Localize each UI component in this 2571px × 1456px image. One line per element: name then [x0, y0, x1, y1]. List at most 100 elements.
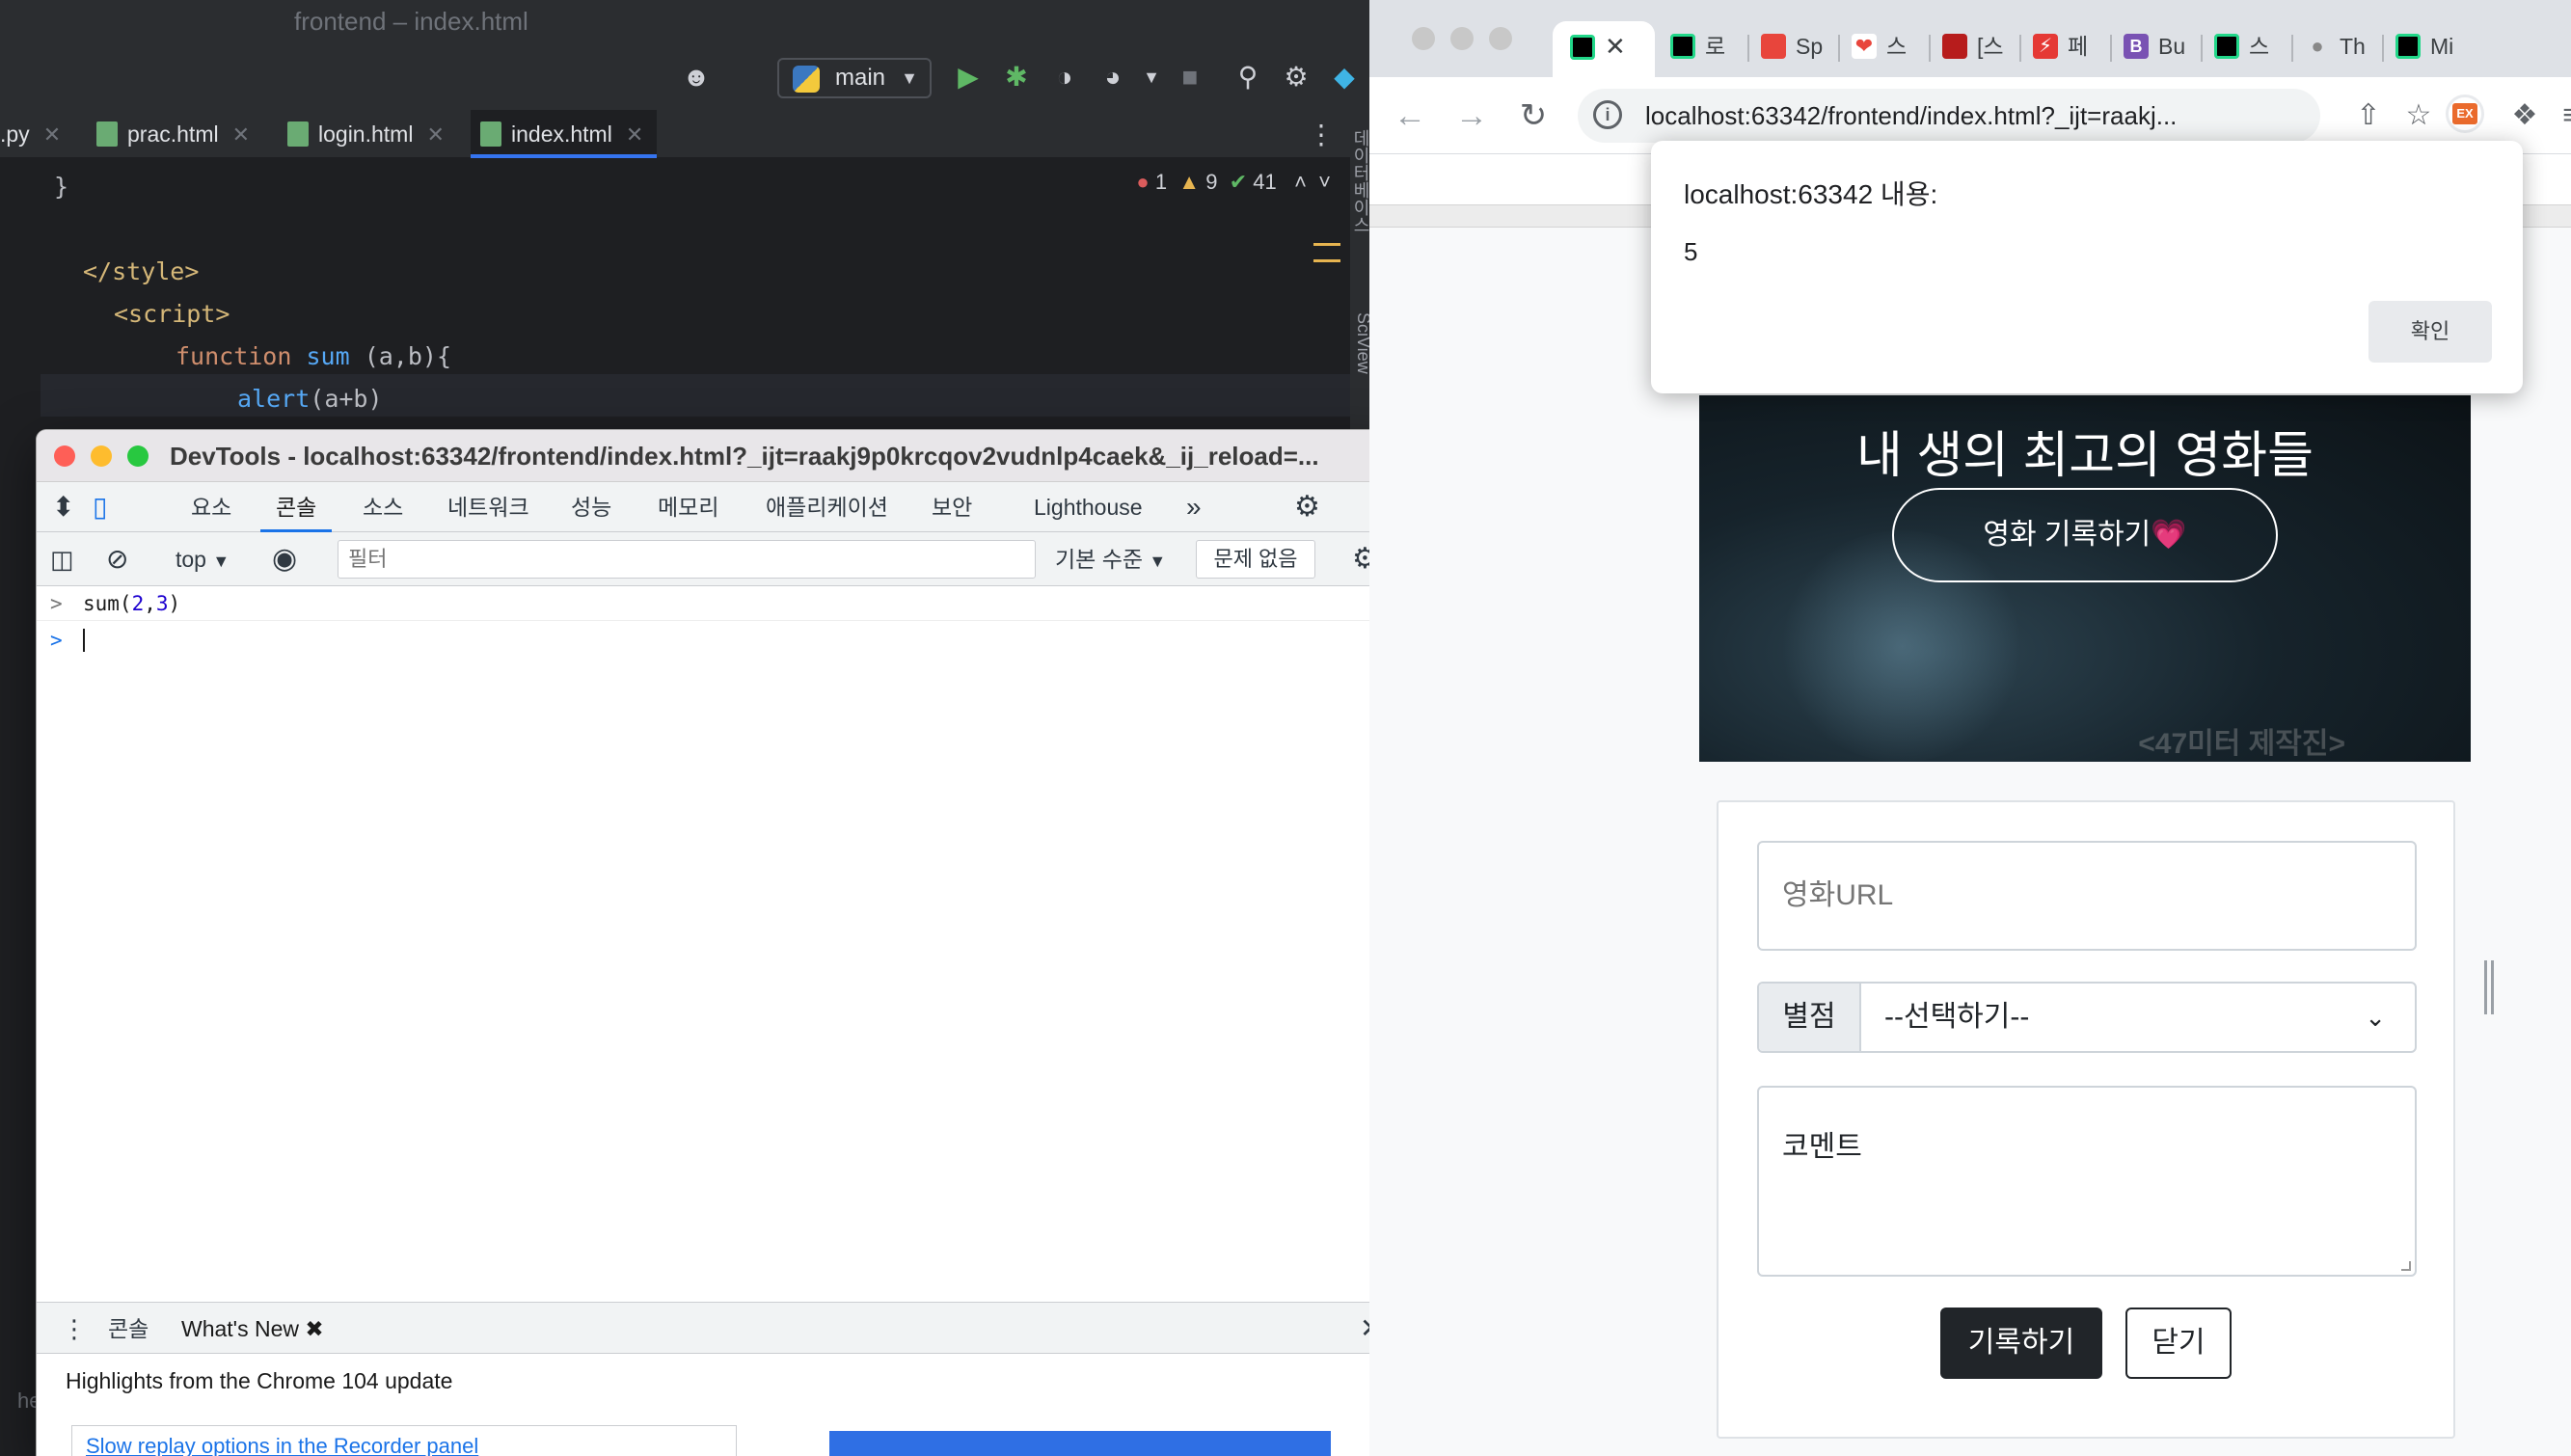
devtools-title-bar: DevTools - localhost:63342/frontend/inde…: [37, 430, 1400, 482]
browser-tab[interactable]: 로: [1670, 21, 1749, 77]
close-button[interactable]: 닫기: [2125, 1308, 2232, 1379]
coverage-icon[interactable]: ◑: [1047, 60, 1082, 94]
tab-console[interactable]: 콘솔: [260, 482, 333, 532]
close-icon[interactable]: ✖: [305, 1316, 323, 1341]
reload-icon[interactable]: ↻: [1512, 94, 1555, 137]
tab-elements[interactable]: 요소: [191, 482, 231, 532]
tab-network[interactable]: 네트워크: [447, 482, 529, 532]
tab-menu-icon[interactable]: ⋮: [1304, 118, 1339, 152]
chevron-down-icon: ▼: [901, 68, 918, 88]
browser-tab[interactable]: B Bu: [2124, 21, 2203, 77]
comment-placeholder: 코멘트: [1782, 1131, 1862, 1163]
extension-ex-icon[interactable]: EX: [2446, 94, 2484, 133]
tab-memory[interactable]: 메모리: [658, 482, 718, 532]
tab-application[interactable]: 애플리케이션: [766, 482, 888, 532]
inspect-element-icon[interactable]: ⬍: [52, 482, 74, 532]
maximize-window-icon[interactable]: [1489, 27, 1512, 50]
tab-py[interactable]: .py ✕: [0, 110, 61, 158]
star-select[interactable]: --선택하기--: [1861, 984, 2415, 1051]
drawer-menu-icon[interactable]: ⋮: [62, 1303, 87, 1355]
star-rating-group: 별점 --선택하기-- ⌄: [1757, 982, 2417, 1053]
debug-icon[interactable]: ✱: [999, 60, 1034, 94]
device-toolbar-icon[interactable]: ▯: [93, 482, 107, 532]
browser-tab[interactable]: Mi: [2395, 21, 2482, 77]
close-icon[interactable]: ✕: [1605, 32, 1626, 61]
run-icon[interactable]: ▶: [951, 60, 986, 94]
tab-label: 스: [2249, 34, 2270, 59]
drawer-tab-console[interactable]: 콘솔: [108, 1303, 149, 1355]
browser-tab[interactable]: [스: [1942, 21, 2021, 77]
inspection-widget[interactable]: ● 1 ▲ 9 ✔ 41 ˄ ˅: [1136, 170, 1331, 195]
devtools-title: DevTools - localhost:63342/frontend/inde…: [170, 442, 1319, 471]
tab-login[interactable]: login.html ✕: [287, 110, 445, 158]
save-button[interactable]: 기록하기: [1940, 1308, 2102, 1379]
issues-button[interactable]: 문제 없음: [1196, 540, 1315, 579]
clear-console-icon[interactable]: ⊘: [106, 532, 128, 586]
close-icon[interactable]: ✕: [626, 122, 643, 147]
tab-lighthouse[interactable]: Lighthouse: [1034, 482, 1143, 532]
browser-tab[interactable]: ⚡ 페: [2033, 21, 2112, 77]
close-window-icon[interactable]: [54, 445, 75, 467]
maximize-window-icon[interactable]: [127, 445, 149, 467]
address-bar[interactable]: i localhost:63342/frontend/index.html?_i…: [1578, 89, 2320, 143]
close-window-icon[interactable]: [1412, 27, 1435, 50]
resize-handle[interactable]: [2484, 960, 2494, 1014]
close-icon[interactable]: ✕: [43, 122, 61, 147]
news-link[interactable]: Slow replay options in the Recorder pane…: [71, 1425, 737, 1456]
jetbrains-icon[interactable]: ◆: [1327, 60, 1362, 94]
menu-icon[interactable]: ≡: [2552, 96, 2571, 135]
stop-icon[interactable]: ■: [1173, 60, 1207, 94]
resize-grip-icon[interactable]: [2401, 1261, 2411, 1271]
console-prompt-line[interactable]: >: [37, 623, 1400, 658]
code-line: </style>: [83, 257, 200, 285]
back-arrow-icon[interactable]: ←: [1389, 94, 1431, 137]
editor-tabs: .py ✕ prac.html ✕ login.html ✕ index.html ✕ …: [0, 110, 1369, 158]
close-icon[interactable]: ✕: [426, 122, 444, 147]
tab-prac[interactable]: prac.html ✕: [96, 110, 250, 158]
more-tabs-icon[interactable]: »: [1186, 482, 1202, 532]
extensions-puzzle-icon[interactable]: ❖: [2505, 96, 2544, 135]
tab-index[interactable]: index.html ✕: [471, 110, 658, 158]
alert-ok-button[interactable]: 확인: [2368, 301, 2492, 363]
movie-url-input[interactable]: [1757, 841, 2417, 951]
bookmark-star-icon[interactable]: ☆: [2399, 96, 2438, 135]
context-selector[interactable]: top ▼: [176, 532, 230, 588]
browser-tab[interactable]: ● Th: [2305, 21, 2384, 77]
forward-arrow-icon[interactable]: →: [1450, 94, 1493, 137]
info-icon[interactable]: i: [1593, 100, 1622, 129]
tab-label: index.html: [511, 121, 612, 147]
gear-icon[interactable]: ⚙: [1279, 60, 1313, 94]
tab-label: 스: [1886, 34, 1908, 59]
share-icon[interactable]: ⇧: [2349, 96, 2388, 135]
minimize-window-icon[interactable]: [1450, 27, 1474, 50]
comment-textarea[interactable]: 코멘트: [1757, 1086, 2417, 1277]
sidebar-toggle-icon[interactable]: ◫: [50, 532, 74, 586]
console-filter-input[interactable]: [338, 540, 1036, 579]
browser-tab[interactable]: Sp: [1761, 21, 1840, 77]
highlight-marker-icon[interactable]: [1313, 243, 1340, 262]
tab-performance[interactable]: 성능: [571, 482, 611, 532]
branch-selector[interactable]: main ▼: [777, 58, 932, 98]
user-icon[interactable]: ☻: [679, 60, 714, 94]
code-line: <script>: [114, 300, 230, 328]
minimize-window-icon[interactable]: [91, 445, 112, 467]
browser-tab[interactable]: 스: [2214, 21, 2293, 77]
profile-icon[interactable]: ◕: [1096, 60, 1130, 94]
error-count: 1: [1154, 170, 1168, 194]
browser-tab[interactable]: ❤ 스: [1852, 21, 1931, 77]
tab-sources[interactable]: 소스: [363, 482, 403, 532]
drawer-tab-whats-new[interactable]: What's New ✖: [170, 1303, 336, 1358]
gear-icon[interactable]: ⚙: [1294, 482, 1320, 532]
browser-tab-active[interactable]: ✕: [1553, 21, 1655, 77]
console-output[interactable]: > sum(2,3) >: [37, 586, 1400, 1344]
tab-security[interactable]: 보안: [932, 482, 972, 532]
log-levels-dropdown[interactable]: 기본 수준 ▼: [1055, 532, 1166, 588]
drawer-tabs: ⋮ 콘솔 What's New ✖ ✕: [37, 1302, 1400, 1358]
drawer-tab-label: What's New: [181, 1316, 299, 1341]
more-run-icon[interactable]: ▼: [1134, 60, 1169, 94]
heart-favicon-icon: ❤: [1852, 33, 1877, 59]
search-icon[interactable]: ⚲: [1231, 60, 1265, 94]
close-icon[interactable]: ✕: [232, 122, 250, 147]
eye-icon[interactable]: ◉: [272, 532, 297, 586]
record-movie-button[interactable]: 영화 기록하기💗: [1892, 488, 2278, 582]
